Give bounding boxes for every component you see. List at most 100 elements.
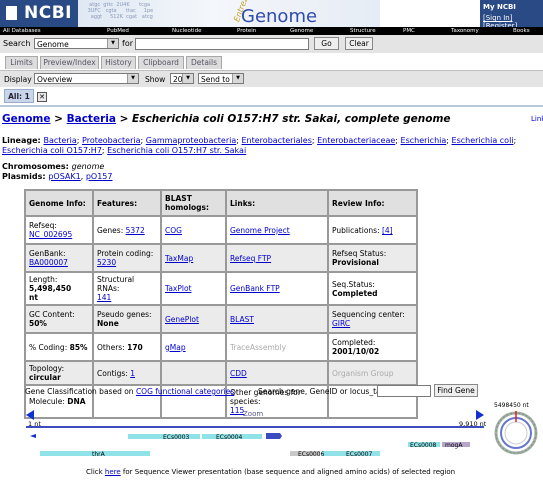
sequencing-center-link[interactable]: GIRC <box>332 319 350 328</box>
gene-classification-text: Gene Classification based on <box>25 387 136 396</box>
go-button[interactable]: Go <box>314 37 339 50</box>
display-label: Display <box>4 75 32 84</box>
nav-genome[interactable]: Genome <box>290 28 313 34</box>
clear-button[interactable]: Clear <box>345 37 373 50</box>
tab-clipboard[interactable]: Clipboard <box>138 56 184 69</box>
genome-breadcrumb-link[interactable]: Genome <box>2 113 51 125</box>
page-title: Genome > Bacteria > Escherichia coli O15… <box>2 113 451 125</box>
tab-details[interactable]: Details <box>186 56 222 69</box>
lineage-link[interactable]: Proteobacteria <box>82 136 141 145</box>
tab-history[interactable]: History <box>101 56 136 69</box>
lineage-link[interactable]: Escherichia coli O157:H7 <box>2 146 102 155</box>
completed-value: 2001/10/02 <box>332 347 380 356</box>
plasmids-label: Plasmids: <box>2 172 49 181</box>
protein-coding-label: Protein coding: <box>97 249 154 258</box>
genbank-ftp-cell: GenBank FTP <box>227 273 327 304</box>
refseq-ftp-link[interactable]: Refseq FTP <box>230 254 271 263</box>
taxmap-link[interactable]: TaxMap <box>165 254 193 263</box>
blast-link[interactable]: BLAST <box>230 315 254 324</box>
send-to-select[interactable]: Send to ▼ <box>198 73 244 84</box>
coding-value: 85% <box>69 342 88 352</box>
tab-limits[interactable]: Limits <box>5 56 38 69</box>
genbank-ftp-link[interactable]: GenBank FTP <box>230 284 280 293</box>
coding-label: % Coding: <box>29 342 70 352</box>
pan-left-arrow-icon[interactable] <box>26 410 34 420</box>
publications-link[interactable]: [4] <box>382 226 393 235</box>
geneplot-link[interactable]: GenePlot <box>165 315 199 324</box>
search-input[interactable] <box>135 38 309 50</box>
sign-in-link[interactable]: [Sign In] <box>483 14 512 22</box>
protein-coding-link[interactable]: 5230 <box>97 258 116 267</box>
publications-cell: Publications: [4] <box>329 217 416 243</box>
refseq-status-value: Provisional <box>332 258 379 267</box>
genome-project-link[interactable]: Genome Project <box>230 226 290 235</box>
genes-cell: Genes: 5372 <box>94 217 160 243</box>
genbank-link[interactable]: BA000007 <box>29 258 68 267</box>
show-count-select[interactable]: 20 ▼ <box>170 73 194 84</box>
pan-right-arrow-icon[interactable] <box>476 410 484 420</box>
my-ncbi-box: My NCBI [Sign In] [Register] <box>480 0 543 30</box>
seq-status-label: Seq.Status: <box>332 279 375 289</box>
pseudo-genes-label: Pseudo genes: <box>97 310 152 319</box>
sequence-viewer-link[interactable]: here <box>105 468 121 476</box>
lineage-link[interactable]: Gammaproteobacteria <box>146 136 236 145</box>
protein-coding-cell: Protein coding: 5230 <box>94 245 160 271</box>
circular-genome-map[interactable] <box>492 409 540 457</box>
tab-preview-index[interactable]: Preview/Index <box>40 56 99 69</box>
taxplot-link[interactable]: TaxPlot <box>165 284 192 293</box>
gmap-cell: gMap <box>162 334 225 360</box>
scale-start: 1 nt <box>28 420 41 428</box>
nav-protein[interactable]: Protein <box>237 28 256 34</box>
gc-content-label: GC Content: <box>29 310 75 319</box>
links-menu-link[interactable]: Link <box>531 115 543 123</box>
database-select-value: Genome <box>37 40 69 49</box>
contigs-link[interactable]: 1 <box>130 369 135 378</box>
all-results-tab[interactable]: All: 1 <box>4 89 34 103</box>
find-gene-button[interactable]: Find Gene <box>434 384 478 397</box>
bacteria-breadcrumb-link[interactable]: Bacteria <box>67 113 116 125</box>
cdd-link[interactable]: CDD <box>230 369 247 378</box>
nav-structure[interactable]: Structure <box>350 28 376 34</box>
nav-pmc[interactable]: PMC <box>403 28 415 34</box>
gmap-link[interactable]: gMap <box>165 343 186 352</box>
database-select[interactable]: Genome ▼ <box>34 38 119 49</box>
structural-rnas-link[interactable]: 141 <box>97 293 111 302</box>
lineage-link[interactable]: Escherichia coli <box>452 136 514 145</box>
nav-pubmed[interactable]: PubMed <box>107 28 129 34</box>
scale-end: 9,910 nt <box>459 420 487 428</box>
database-nav-bar: All Databases PubMed Nucleotide Protein … <box>0 27 543 35</box>
nav-all-databases[interactable]: All Databases <box>3 28 41 34</box>
nav-taxonomy[interactable]: Taxonomy <box>451 28 479 34</box>
zoom-label[interactable]: Zoom <box>243 410 263 418</box>
lineage-link[interactable]: Bacteria <box>44 136 77 145</box>
gene-block[interactable] <box>266 433 282 439</box>
footer-text: Click <box>86 468 105 476</box>
gene-label: ECs0008 <box>410 442 437 449</box>
plasmid-link[interactable]: pO157 <box>86 172 113 181</box>
chevron-down-icon: ▼ <box>127 74 138 83</box>
genes-link[interactable]: 5372 <box>126 226 145 235</box>
refseq-ftp-cell: Refseq FTP <box>227 245 327 271</box>
lineage-link[interactable]: Escherichia coli O157:H7 str. Sakai <box>107 146 246 155</box>
gene-search-label: Search gene, GeneID or locus_tag: <box>258 387 388 396</box>
header-text: Links: <box>230 198 256 208</box>
plasmid-link[interactable]: pOSAK1 <box>48 172 80 181</box>
cog-categories-link[interactable]: COG functional categories <box>136 387 234 396</box>
nav-nucleotide[interactable]: Nucleotide <box>172 28 201 34</box>
gene-search-input[interactable] <box>377 385 431 397</box>
chromosomes-section: Chromosomes: genome Plasmids: pOSAK1, pO… <box>2 162 113 181</box>
ncbi-logo[interactable]: NCBI <box>0 0 78 27</box>
lineage-link[interactable]: Enterobacteriales <box>242 136 312 145</box>
pseudo-genes-value: None <box>97 319 119 328</box>
my-ncbi-title[interactable]: My NCBI <box>483 3 516 11</box>
display-format-select[interactable]: Overview ▼ <box>34 73 139 84</box>
nav-books[interactable]: Books <box>513 28 530 34</box>
close-icon[interactable]: ✕ <box>37 92 47 102</box>
cog-link[interactable]: COG <box>165 226 182 235</box>
header-blast-homologs: BLAST homologs: <box>162 191 225 215</box>
lineage-link[interactable]: Escherichia <box>401 136 447 145</box>
refseq-link[interactable]: NC_002695 <box>29 230 72 239</box>
gene-label: thrA <box>92 451 105 458</box>
lineage-link[interactable]: Enterobacteriaceae <box>317 136 395 145</box>
genome-info-table: Genome Info: Features: BLAST homologs: L… <box>24 189 418 419</box>
